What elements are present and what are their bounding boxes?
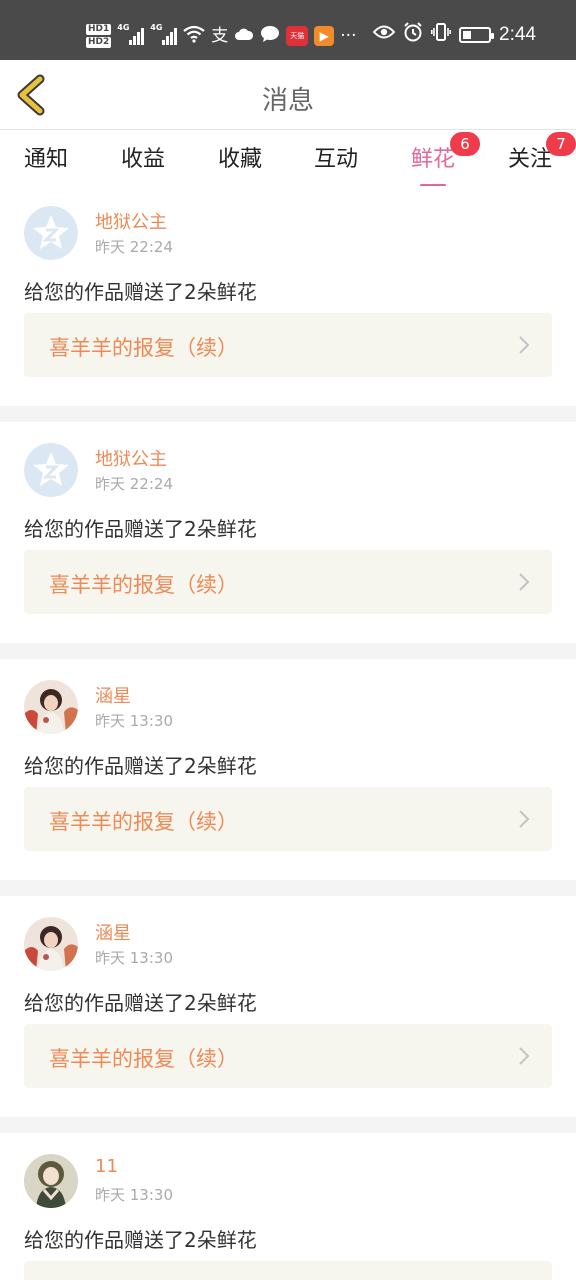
user-photo-avatar bbox=[24, 917, 78, 971]
network-type-label-2: 4G bbox=[150, 23, 163, 32]
divider bbox=[0, 643, 576, 659]
wifi-icon bbox=[183, 25, 205, 47]
work-title: 喜羊羊的报复（续） bbox=[49, 810, 238, 834]
user-photo-avatar bbox=[24, 1154, 78, 1208]
page-title: 消息 bbox=[261, 86, 314, 116]
tab-earnings[interactable]: 收益 bbox=[103, 141, 183, 173]
message-text: 给您的作品赠送了2朵鲜花 bbox=[24, 1228, 257, 1252]
more-notifications-icon: ··· bbox=[340, 25, 357, 46]
username[interactable]: 地狱公主 bbox=[95, 208, 167, 234]
timestamp: 昨天 13:30 bbox=[95, 949, 173, 967]
status-time: 2:44 bbox=[499, 23, 536, 45]
tab-interactions[interactable]: 互动 bbox=[296, 141, 376, 173]
tab-bar: 通知 收益 收藏 互动 鲜花 6 关注 7 bbox=[0, 131, 576, 187]
list-item: 涵星 昨天 13:30 给您的作品赠送了2朵鲜花 喜羊羊的报复（续） bbox=[0, 897, 576, 1117]
battery-icon bbox=[459, 26, 495, 43]
avatar[interactable] bbox=[24, 1154, 78, 1208]
timestamp: 昨天 22:24 bbox=[95, 238, 173, 256]
list-item: 地狱公主 昨天 22:24 给您的作品赠送了2朵鲜花 喜羊羊的报复（续） bbox=[0, 423, 576, 643]
chevron-right-icon bbox=[519, 573, 530, 591]
hd-indicator: HD1 HD2 bbox=[86, 24, 112, 48]
default-avatar-icon bbox=[24, 443, 78, 497]
network-type-label: 4G bbox=[117, 23, 130, 32]
nav-header: 消息 bbox=[0, 60, 576, 130]
list-item: 地狱公主 昨天 22:24 给您的作品赠送了2朵鲜花 喜羊羊的报复（续） bbox=[0, 186, 576, 406]
work-link[interactable]: 喜羊羊的报复（续） bbox=[24, 550, 552, 614]
tab-follows[interactable]: 关注 7 bbox=[490, 132, 576, 173]
tab-notifications[interactable]: 通知 bbox=[6, 141, 86, 173]
message-text: 给您的作品赠送了2朵鲜花 bbox=[24, 280, 257, 304]
chevron-right-icon bbox=[519, 336, 530, 354]
tab-label: 鲜花 bbox=[410, 147, 455, 172]
message-text: 给您的作品赠送了2朵鲜花 bbox=[24, 991, 257, 1015]
tab-flowers[interactable]: 鲜花 6 bbox=[393, 132, 480, 187]
hd1-label: HD1 bbox=[86, 24, 112, 35]
message-text: 给您的作品赠送了2朵鲜花 bbox=[24, 517, 257, 541]
divider bbox=[0, 406, 576, 422]
signal-icon: 4G bbox=[117, 23, 145, 45]
work-link[interactable]: 喜羊羊的报复（续） bbox=[24, 1024, 552, 1088]
avatar[interactable] bbox=[24, 680, 78, 734]
tab-label: 关注 bbox=[507, 147, 552, 172]
avatar[interactable] bbox=[24, 443, 78, 497]
work-title: 喜羊羊的报复（续） bbox=[49, 573, 238, 597]
default-avatar-icon bbox=[24, 206, 78, 260]
list-item: 11 昨天 13:30 给您的作品赠送了2朵鲜花 bbox=[0, 1134, 576, 1280]
chevron-right-icon bbox=[519, 810, 530, 828]
work-link[interactable] bbox=[24, 1261, 552, 1280]
alarm-icon bbox=[403, 22, 423, 47]
tab-label: 收藏 bbox=[217, 147, 262, 172]
divider bbox=[0, 1117, 576, 1133]
timestamp: 昨天 13:30 bbox=[95, 1186, 173, 1204]
signal-icon-2: 4G bbox=[150, 23, 178, 45]
alipay-icon: 支 bbox=[211, 25, 229, 46]
vibrate-icon bbox=[431, 22, 452, 47]
status-icons-left: HD1 HD2 4G 4G 支 天猫 ▶ ··· bbox=[86, 18, 356, 54]
tab-label: 互动 bbox=[313, 147, 358, 172]
avatar[interactable] bbox=[24, 206, 78, 260]
timestamp: 昨天 13:30 bbox=[95, 712, 173, 730]
tmall-app-icon: 天猫 bbox=[286, 26, 309, 46]
eye-icon bbox=[372, 24, 396, 45]
cloud-icon bbox=[234, 27, 254, 45]
avatar[interactable] bbox=[24, 917, 78, 971]
username[interactable]: 11 bbox=[95, 1156, 118, 1177]
play-app-icon: ▶ bbox=[314, 26, 335, 46]
tab-label: 通知 bbox=[23, 147, 68, 172]
timestamp: 昨天 22:24 bbox=[95, 475, 173, 493]
chevron-right-icon bbox=[519, 1047, 530, 1065]
hd2-label: HD2 bbox=[86, 37, 112, 48]
tab-badge: 7 bbox=[546, 132, 576, 156]
work-link[interactable]: 喜羊羊的报复（续） bbox=[24, 787, 552, 851]
work-link[interactable]: 喜羊羊的报复（续） bbox=[24, 313, 552, 377]
username[interactable]: 地狱公主 bbox=[95, 445, 167, 471]
work-title: 喜羊羊的报复（续） bbox=[49, 336, 238, 360]
divider bbox=[0, 880, 576, 896]
user-photo-avatar bbox=[24, 680, 78, 734]
tab-label: 收益 bbox=[120, 147, 165, 172]
chat-icon bbox=[260, 25, 280, 47]
work-title: 喜羊羊的报复（续） bbox=[49, 1047, 238, 1071]
tab-favorites[interactable]: 收藏 bbox=[200, 141, 280, 173]
status-icons-right: 2:44 bbox=[372, 22, 536, 47]
list-item: 涵星 昨天 13:30 给您的作品赠送了2朵鲜花 喜羊羊的报复（续） bbox=[0, 660, 576, 880]
status-bar: HD1 HD2 4G 4G 支 天猫 ▶ ··· 2:44 bbox=[0, 0, 576, 60]
message-text: 给您的作品赠送了2朵鲜花 bbox=[24, 754, 257, 778]
tab-badge: 6 bbox=[450, 132, 480, 156]
username[interactable]: 涵星 bbox=[95, 682, 131, 708]
username[interactable]: 涵星 bbox=[95, 919, 131, 945]
